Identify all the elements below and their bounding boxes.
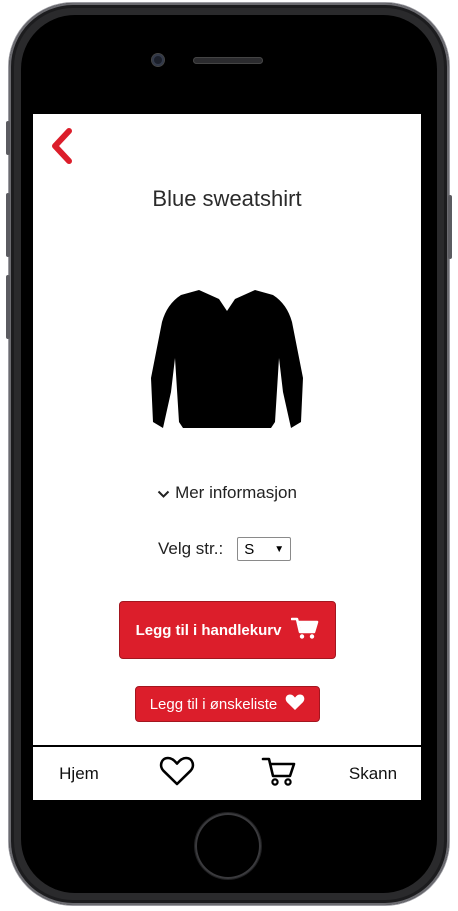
cart-outline-icon xyxy=(261,755,297,792)
tab-scan[interactable]: Skann xyxy=(339,747,407,800)
heart-outline-icon xyxy=(159,755,195,792)
add-to-wishlist-button[interactable]: Legg til i ønskeliste xyxy=(135,686,320,722)
power-button xyxy=(448,195,452,259)
tab-home[interactable]: Hjem xyxy=(47,747,111,800)
app-screen: Blue sweatshirt Mer informasjon Velg str… xyxy=(33,114,421,800)
volume-down-button xyxy=(6,275,10,339)
tab-scan-label: Skann xyxy=(348,763,398,783)
size-label: Velg str.: xyxy=(158,539,224,558)
chevron-left-icon xyxy=(52,128,72,164)
cart-icon xyxy=(291,616,319,644)
more-info-label: Mer informasjon xyxy=(175,483,297,502)
mute-switch xyxy=(6,121,10,155)
front-camera xyxy=(152,54,164,66)
home-button[interactable] xyxy=(195,813,261,879)
volume-up-button xyxy=(6,193,10,257)
earpiece-speaker xyxy=(193,57,263,64)
add-to-wishlist-label: Legg til i ønskeliste xyxy=(149,695,278,713)
heart-icon xyxy=(285,693,305,715)
tab-cart[interactable] xyxy=(255,747,303,800)
bottom-tab-bar: Hjem Skann xyxy=(33,745,421,800)
size-select[interactable]: S ▼ xyxy=(237,537,292,561)
tab-home-label: Hjem xyxy=(59,763,99,783)
back-button[interactable] xyxy=(47,128,77,164)
tab-wishlist[interactable] xyxy=(153,747,201,800)
add-to-cart-label: Legg til i handlekurv xyxy=(135,621,282,639)
sweatshirt-icon xyxy=(151,290,303,428)
more-info-toggle[interactable]: Mer informasjon xyxy=(33,483,421,504)
dropdown-arrow-icon: ▼ xyxy=(274,543,285,555)
chevron-down-icon xyxy=(157,484,170,504)
size-selector-row: Velg str.: S ▼ xyxy=(158,536,292,562)
add-to-cart-button[interactable]: Legg til i handlekurv xyxy=(119,601,336,659)
product-title: Blue sweatshirt xyxy=(152,186,302,211)
size-selected-value: S xyxy=(244,540,255,558)
